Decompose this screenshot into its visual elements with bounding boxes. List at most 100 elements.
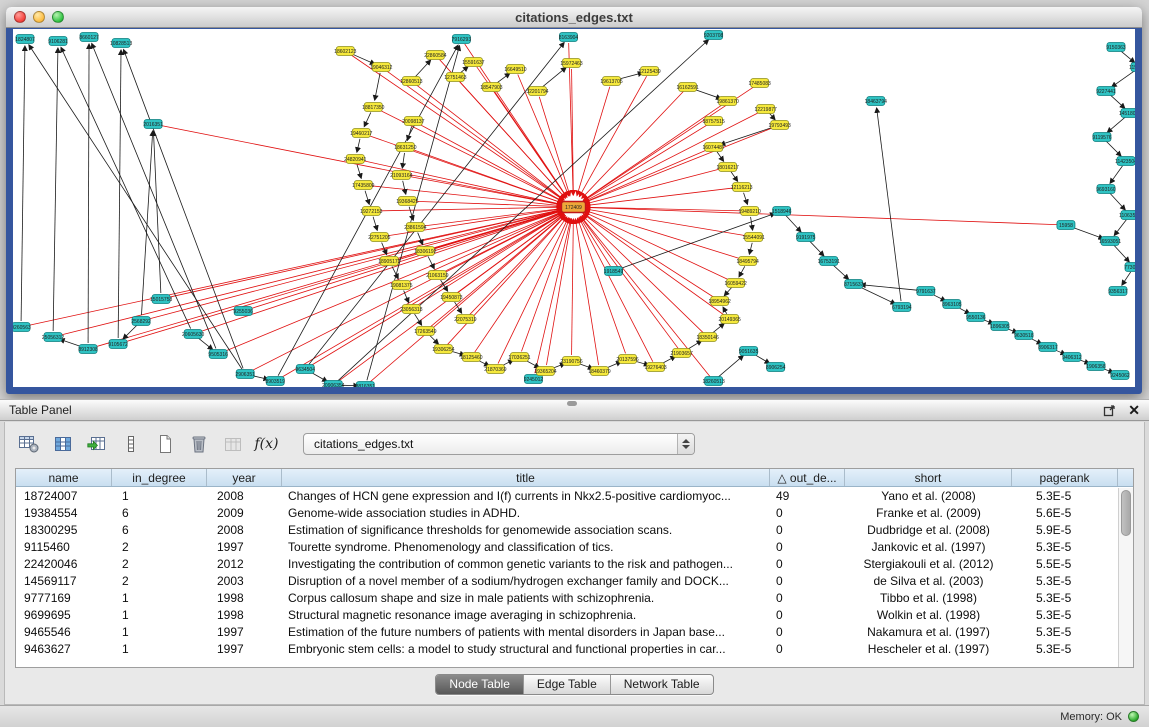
column-header-name[interactable]: name <box>16 469 112 486</box>
graph-node[interactable]: 24820941 <box>344 155 366 164</box>
graph-node[interactable]: 18260513 <box>702 377 724 386</box>
graph-node[interactable]: 8715637 <box>844 280 864 289</box>
graph-node[interactable]: 8912308 <box>78 345 98 354</box>
graph-node[interactable]: 18463794 <box>865 97 887 106</box>
table-row[interactable]: 946362711997Embryonic stem cells: a mode… <box>16 641 1118 658</box>
table-row[interactable]: 946554611997Estimation of the future num… <box>16 624 1118 641</box>
graph-node[interactable]: 9505316 <box>208 350 228 359</box>
table-row[interactable]: 977716911998Corpus callosum shape and si… <box>16 590 1118 607</box>
graph-node[interactable]: 22751205 <box>368 233 390 242</box>
tab-network-table[interactable]: Network Table <box>611 675 713 694</box>
column-header-pagerank[interactable]: pagerank <box>1012 469 1118 486</box>
graph-node[interactable]: 19276403 <box>644 363 666 372</box>
graph-node[interactable]: 23190756 <box>560 357 582 366</box>
graph-node[interactable]: 16649510 <box>504 65 526 74</box>
merge-table-icon[interactable] <box>219 431 246 457</box>
graph-node[interactable]: 15015758 <box>150 295 172 304</box>
table-row[interactable]: 1456911722003Disruption of a novel membe… <box>16 573 1118 590</box>
graph-node[interactable]: 1906358 <box>1086 362 1106 371</box>
graph-node[interactable]: 23056318 <box>400 305 422 314</box>
function-icon[interactable]: f(x) <box>253 431 280 457</box>
graph-node[interactable]: 25056312 <box>42 333 64 342</box>
graph-node[interactable]: 21870369 <box>484 365 506 374</box>
graph-node[interactable]: 11423504 <box>1115 157 1135 166</box>
graph-node[interactable]: 19460217 <box>350 129 372 138</box>
graph-node[interactable]: 19489210 <box>739 207 761 216</box>
network-window-titlebar[interactable]: citations_edges.txt <box>6 7 1142 28</box>
graph-node[interactable]: 8963105 <box>942 300 962 309</box>
graph-node[interactable]: 9550136 <box>966 313 986 322</box>
graph-node[interactable]: 14518093 <box>1119 109 1135 118</box>
graph-node[interactable]: 2568292 <box>131 317 151 326</box>
graph-node[interactable]: 9693160 <box>1096 185 1116 194</box>
graph-node[interactable]: 19613705 <box>600 77 622 86</box>
column-icon[interactable] <box>117 431 144 457</box>
graph-node[interactable]: 16753191 <box>818 257 840 266</box>
graph-node[interactable]: 12125439 <box>638 67 660 76</box>
graph-node[interactable]: 9191975 <box>796 233 816 242</box>
minimize-window-button[interactable] <box>33 11 45 23</box>
graph-node[interactable]: 17263549 <box>414 327 436 336</box>
table-source-dropdown[interactable]: citations_edges.txt <box>303 433 695 455</box>
graph-node[interactable]: 8660127 <box>79 33 99 42</box>
graph-node[interactable]: 8906254 <box>766 363 786 372</box>
graph-node[interactable]: 19081375 <box>390 281 412 290</box>
table-scrollbar-thumb[interactable] <box>1121 490 1131 536</box>
graph-node[interactable]: 18602123 <box>334 47 356 56</box>
graph-node[interactable]: 17485083 <box>749 79 771 88</box>
graph-node[interactable]: 18817350 <box>362 103 384 112</box>
table-scrollbar[interactable] <box>1118 488 1133 667</box>
graph-node[interactable]: 21063159 <box>426 271 448 280</box>
graph-node[interactable]: 18125460 <box>460 353 482 362</box>
table-row[interactable]: 969969511998Structural magnetic resonanc… <box>16 607 1118 624</box>
graph-node[interactable]: 9791637 <box>916 287 936 296</box>
graph-node[interactable]: 11063542 <box>1119 211 1135 220</box>
graph-node[interactable]: 8163904 <box>559 33 579 42</box>
graph-node[interactable]: 18757515 <box>702 117 724 126</box>
network-graph[interactable]: 1824807910628186601271082851320163517916… <box>13 29 1135 387</box>
float-panel-icon[interactable] <box>1103 404 1116 417</box>
table-row[interactable]: 1938455462009Genome-wide association stu… <box>16 505 1118 522</box>
graph-node[interactable]: 12860513 <box>400 77 422 86</box>
graph-node[interactable]: 9356317 <box>1108 287 1128 296</box>
graph-node[interactable]: 15958 <box>1057 221 1075 230</box>
table-columns-icon[interactable] <box>49 431 76 457</box>
graph-node[interactable]: 1824807 <box>15 35 35 44</box>
graph-node[interactable]: 15591637 <box>462 58 484 67</box>
graph-node[interactable]: 18905173 <box>378 257 400 266</box>
graph-node[interactable]: 9406312 <box>1062 353 1082 362</box>
graph-node[interactable]: 18954962 <box>708 297 730 306</box>
graph-node[interactable]: 18350146 <box>696 333 718 342</box>
graph-node[interactable]: 16059422 <box>725 279 747 288</box>
graph-node[interactable]: 19861370 <box>717 97 739 106</box>
graph-node[interactable]: 16593051 <box>1099 237 1121 246</box>
graph-node[interactable]: 17036251 <box>508 353 530 362</box>
graph-node[interactable]: 8903519 <box>265 377 285 386</box>
tab-node-table[interactable]: Node Table <box>436 675 524 694</box>
graph-node[interactable]: 18495794 <box>737 257 759 266</box>
graph-node[interactable]: 19450873 <box>440 293 462 302</box>
graph-node[interactable]: 12219877 <box>755 105 777 114</box>
table-row[interactable]: 911546021997Tourette syndrome. Phenomeno… <box>16 539 1118 556</box>
graph-node[interactable]: 15972463 <box>560 59 582 68</box>
table-row[interactable]: 2242004622012Investigating the contribut… <box>16 556 1118 573</box>
graph-node[interactable]: 1918549 <box>604 267 624 276</box>
graph-node[interactable]: 9255036 <box>233 307 253 316</box>
graph-node[interactable]: 20605630 <box>182 330 204 339</box>
graph-node[interactable]: 8816351 <box>356 382 376 388</box>
graph-node[interactable]: 8906317 <box>1038 343 1058 352</box>
graph-node[interactable]: 9150363 <box>1106 43 1126 52</box>
graph-node[interactable]: 6793194 <box>892 303 912 312</box>
graph-node[interactable]: 22860584 <box>424 51 446 60</box>
graph-node[interactable]: 17435809 <box>352 181 374 190</box>
column-header-short[interactable]: short <box>845 469 1012 486</box>
graph-node[interactable]: 7916293 <box>452 35 472 44</box>
column-header-out-de[interactable]: △ out_de... <box>770 469 845 486</box>
graph-node[interactable]: 9634504 <box>296 365 316 374</box>
column-header-title[interactable]: title <box>282 469 770 486</box>
graph-node[interactable]: 11548408 <box>1129 63 1135 72</box>
graph-node[interactable]: 2016351 <box>143 120 163 129</box>
network-window[interactable]: citations_edges.txt 18248079106281866012… <box>6 7 1142 394</box>
tab-edge-table[interactable]: Edge Table <box>524 675 611 694</box>
dropdown-stepper-icon[interactable] <box>677 434 694 454</box>
